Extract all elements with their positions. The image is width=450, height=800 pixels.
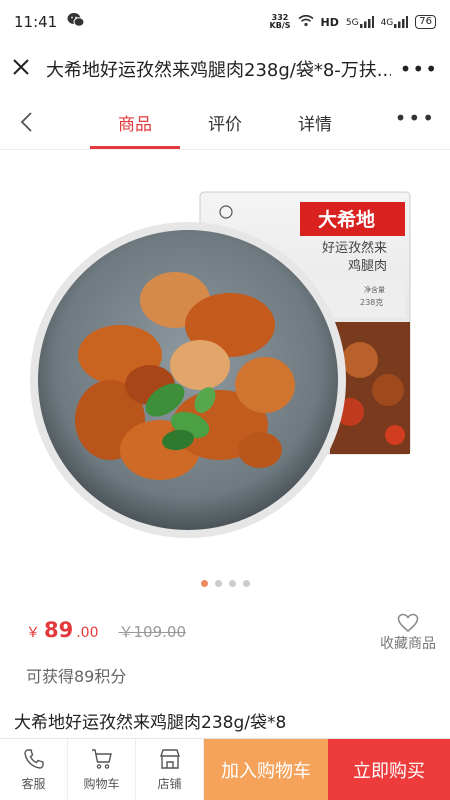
tab-reviews[interactable]: 评价 — [208, 110, 242, 135]
back-icon[interactable] — [16, 110, 40, 134]
pager-dot[interactable] — [228, 580, 236, 587]
nav-more-icon[interactable]: ••• — [395, 106, 436, 130]
points-text: 可获得89积分 — [26, 667, 127, 686]
package-line2: 鸡腿肉 — [348, 258, 387, 274]
price-currency: ￥ — [26, 625, 40, 641]
signal-4g: 4G — [381, 16, 409, 28]
hd-label: HD — [320, 15, 339, 29]
product-image: 大希地 好运孜然来 鸡腿肉 净含量 238克 — [30, 191, 411, 538]
status-time: 11:41 — [14, 13, 58, 31]
more-icon[interactable]: ••• — [400, 57, 438, 81]
store-icon — [159, 749, 180, 769]
original-price: ￥109.00 — [118, 623, 187, 641]
cart-icon — [91, 749, 112, 769]
bottom-action-bar: 客服 购物车 店铺 加入购物车 立即购买 — [0, 738, 450, 800]
price-row: ￥ 89 .00 ￥109.00 — [26, 618, 186, 642]
cart-label: 购物车 — [83, 777, 120, 791]
net-speed: 332 KB/S — [269, 13, 291, 30]
favorite-label: 收藏商品 — [380, 636, 436, 652]
pager-dot[interactable] — [200, 580, 208, 587]
service-button[interactable]: 客服 — [0, 739, 68, 800]
add-to-cart-button[interactable]: 加入购物车 — [204, 739, 328, 800]
package-brand: 大希地 — [318, 208, 375, 231]
package-net-weight-label: 净含量 — [364, 285, 385, 294]
product-nav-bar: 商品 评价 详情 ••• — [0, 94, 450, 150]
pager-dot[interactable] — [214, 580, 222, 587]
phone-icon — [23, 749, 44, 769]
product-name: 大希地好运孜然来鸡腿肉238g/袋*8 — [14, 713, 287, 733]
pager-dot[interactable] — [242, 580, 250, 587]
product-image-gallery[interactable]: 大希地 好运孜然来 鸡腿肉 净含量 238克 — [0, 150, 450, 600]
cart-button[interactable]: 购物车 — [68, 739, 136, 800]
signal-5g: 5G — [346, 16, 374, 28]
price-decimal: .00 — [76, 625, 99, 641]
service-label: 客服 — [21, 777, 46, 791]
price-integer: 89 — [44, 618, 74, 642]
wechat-icon — [67, 12, 85, 32]
page-title: 大希地好运孜然来鸡腿肉238g/袋*8-万扶... — [46, 60, 391, 81]
tab-product[interactable]: 商品 — [118, 110, 152, 135]
battery-indicator: 76 — [415, 15, 436, 29]
store-button[interactable]: 店铺 — [136, 739, 204, 800]
store-label: 店铺 — [157, 777, 182, 791]
buy-now-button[interactable]: 立即购买 — [328, 739, 450, 800]
status-bar: 11:41 332 KB/S HD 5G 4G 76 — [0, 0, 450, 44]
close-icon[interactable] — [12, 58, 30, 80]
package-line1: 好运孜然来 — [322, 240, 387, 256]
tab-details[interactable]: 详情 — [298, 110, 332, 135]
wifi-icon — [298, 14, 314, 30]
gallery-pager — [0, 580, 450, 587]
title-bar: 大希地好运孜然来鸡腿肉238g/袋*8-万扶... ••• — [0, 44, 450, 94]
favorite-button[interactable]: 收藏商品 — [380, 613, 436, 653]
active-tab-indicator — [90, 146, 180, 149]
package-net-weight: 238克 — [360, 298, 383, 307]
heart-icon — [397, 613, 419, 632]
